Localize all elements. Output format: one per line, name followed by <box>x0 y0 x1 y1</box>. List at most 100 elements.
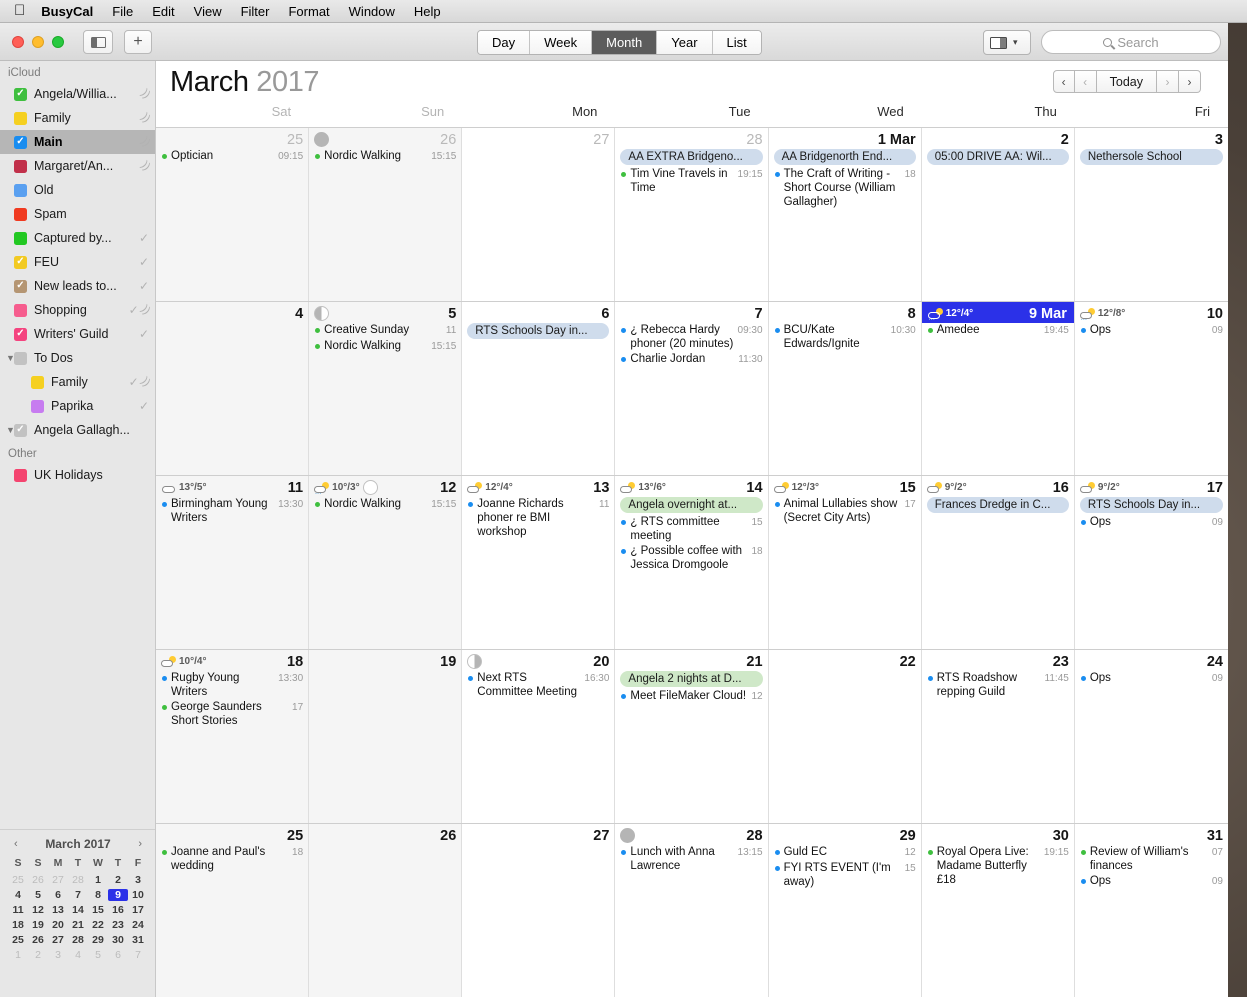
all-day-event[interactable]: RTS Schools Day in... <box>467 323 610 339</box>
sidebar-item-spam[interactable]: Spam <box>0 202 155 226</box>
sidebar-item-angela-willia[interactable]: Angela/Willia...)) <box>0 82 155 106</box>
day-cell[interactable]: 26 Nordic Walking 15:15 <box>309 128 463 301</box>
calendar-color-swatch[interactable] <box>14 468 27 482</box>
day-cell[interactable]: 4 <box>156 302 310 475</box>
calendar-event[interactable]: Animal Lullabies show (Secret City Arts)… <box>774 497 916 525</box>
calendar-event[interactable]: Joanne and Paul's wedding 18 <box>161 845 303 873</box>
day-cell[interactable]: 19 <box>309 650 463 823</box>
mini-month-day[interactable]: 27 <box>48 874 68 886</box>
menu-item-edit[interactable]: Edit <box>152 4 174 19</box>
calendar-event[interactable]: Charlie Jordan 11:30 <box>620 352 763 367</box>
calendar-event[interactable]: Lunch with Anna Lawrence 13:15 <box>620 845 763 873</box>
all-day-event[interactable]: RTS Schools Day in... <box>1079 497 1223 513</box>
mini-month-day[interactable]: 25 <box>8 934 28 946</box>
nav-next-button[interactable]: › <box>1157 70 1179 93</box>
calendar-color-swatch[interactable] <box>14 159 27 173</box>
menu-item-format[interactable]: Format <box>288 4 329 19</box>
day-cell[interactable]: 27 <box>462 128 616 301</box>
mini-month-day[interactable]: 22 <box>88 919 108 931</box>
mini-month-day[interactable]: 12 <box>28 904 48 916</box>
calendar-color-swatch[interactable] <box>14 231 27 245</box>
tab-week[interactable]: Week <box>529 31 592 54</box>
calendar-event[interactable]: FYI RTS EVENT (I'm away) 15 <box>774 861 916 889</box>
tab-list[interactable]: List <box>711 31 761 54</box>
menu-item-busycal[interactable]: BusyCal <box>41 4 93 19</box>
mini-month-day[interactable]: 11 <box>8 904 28 916</box>
mini-month-next-button[interactable]: › <box>138 838 142 850</box>
mini-month-day[interactable]: 6 <box>48 889 68 901</box>
all-day-event[interactable]: AA EXTRA Bridgeno... <box>620 149 763 165</box>
menu-item-help[interactable]: Help <box>414 4 441 19</box>
day-cell[interactable]: 8 BCU/Kate Edwards/Ignite 10:30 <box>769 302 922 475</box>
day-cell[interactable]: 2 05:00 DRIVE AA: Wil... <box>922 128 1075 301</box>
mini-month-day[interactable]: 21 <box>68 919 88 931</box>
calendar-event[interactable]: Ops 09 <box>1080 515 1223 530</box>
disclosure-triangle-icon[interactable]: ▼ <box>6 425 15 435</box>
mini-month-day[interactable]: 6 <box>108 949 128 961</box>
all-day-event[interactable]: Angela 2 nights at D... <box>620 671 763 687</box>
mini-month-day[interactable]: 7 <box>68 889 88 901</box>
calendar-event[interactable]: ¿ Possible coffee with Jessica Dromgoole… <box>620 544 763 572</box>
day-cell[interactable]: 9°/2° 16 Frances Dredge in C... <box>922 476 1075 649</box>
mini-month-day[interactable]: 30 <box>108 934 128 946</box>
day-cell[interactable]: ... 12°/4° 9 Mar Amedee 19:45 <box>921 302 1075 475</box>
mini-month-prev-button[interactable]: ‹ <box>14 838 18 850</box>
mini-month-day[interactable]: 15 <box>88 904 108 916</box>
nav-prev-button[interactable]: ‹ <box>1074 70 1097 93</box>
day-cell[interactable]: 9°/2° 17 RTS Schools Day in... Ops 09 <box>1075 476 1228 649</box>
calendar-color-swatch[interactable] <box>31 375 44 389</box>
calendar-color-swatch[interactable] <box>14 111 27 125</box>
day-cell[interactable]: 20 Next RTS Committee Meeting 16:30 <box>462 650 616 823</box>
mini-month-day[interactable]: 5 <box>28 889 48 901</box>
calendar-color-swatch[interactable] <box>14 423 27 437</box>
view-switcher[interactable]: Day Week Month Year List <box>477 30 762 55</box>
calendar-event[interactable]: Tim Vine Travels in Time 19:15 <box>620 167 763 195</box>
calendar-event[interactable]: Amedee 19:45 <box>927 323 1069 338</box>
day-cell[interactable]: 1 Mar AA Bridgenorth End... The Craft of W… <box>769 128 922 301</box>
tab-day[interactable]: Day <box>478 31 530 54</box>
mini-month-day[interactable]: 16 <box>108 904 128 916</box>
day-cell[interactable]: 25 Optician 09:15 <box>156 128 310 301</box>
calendar-color-swatch[interactable] <box>14 279 27 293</box>
calendar-event[interactable]: Ops 09 <box>1080 671 1223 686</box>
menu-item-view[interactable]: View <box>194 4 222 19</box>
calendar-event[interactable]: Birmingham Young Writers 13:30 <box>161 497 303 525</box>
sidebar-item-old[interactable]: Old <box>0 178 155 202</box>
all-day-event[interactable]: Angela overnight at... <box>620 497 763 513</box>
sidebar-item-writers-guild[interactable]: Writers' Guild ✓ <box>0 322 155 346</box>
sidebar-item-paprika[interactable]: Paprika ✓ <box>0 394 155 418</box>
mini-month-day[interactable]: 27 <box>48 934 68 946</box>
mini-month-day[interactable]: 31 <box>128 934 148 946</box>
sidebar-item-uk-holidays[interactable]: UK Holidays <box>0 463 155 487</box>
sidebar-item-new-leads-to[interactable]: New leads to... ✓ <box>0 274 155 298</box>
sidebar-item-family[interactable]: Family)) <box>0 106 155 130</box>
sidebar-item-feu[interactable]: FEU ✓ <box>0 250 155 274</box>
today-button[interactable]: Today <box>1096 70 1157 93</box>
mini-month-day[interactable]: 13 <box>48 904 68 916</box>
calendar-color-swatch[interactable] <box>14 327 27 341</box>
day-cell[interactable]: 10°/4° 18 Rugby Young Writers 13:30 George S… <box>156 650 310 823</box>
mini-month-calendar[interactable]: ‹ March 2017 › S S M T W T F 25 26 27 28 1 2 3 4 5 6 7 8 9 1… <box>0 829 155 969</box>
day-cell[interactable]: 5 Creative Sunday 11 Nordic Walking 15:15 <box>309 302 463 475</box>
day-cell[interactable]: 30 Royal Opera Live: Madame Butterfly £18… <box>922 824 1075 997</box>
day-cell[interactable]: ... 12°/8° 10 Ops 09 <box>1075 302 1228 475</box>
mini-month-day[interactable]: 3 <box>48 949 68 961</box>
nav-last-button[interactable]: › <box>1179 70 1201 93</box>
calendar-event[interactable]: ¿ RTS committee meeting 15 <box>620 515 763 543</box>
mini-month-day[interactable]: 4 <box>8 889 28 901</box>
sidebar-item-angela-gallagh[interactable]: ▼ Angela Gallagh... <box>0 418 155 442</box>
calendar-event[interactable]: Next RTS Committee Meeting 16:30 <box>467 671 609 699</box>
day-cell[interactable]: 21 Angela 2 nights at D... Meet FileMaker … <box>615 650 769 823</box>
mini-month-day[interactable]: 1 <box>88 874 108 886</box>
date-navigation[interactable]: ‹ ‹ Today › › <box>1052 70 1201 93</box>
add-event-button[interactable]: + <box>124 30 152 54</box>
day-cell[interactable]: 6 RTS Schools Day in... <box>462 302 616 475</box>
calendar-event[interactable]: Rugby Young Writers 13:30 <box>161 671 303 699</box>
disclosure-triangle-icon[interactable]: ▼ <box>6 353 15 363</box>
day-cell[interactable]: 13°/6° 14 Angela overnight at... ¿ RTS comm… <box>615 476 769 649</box>
close-button[interactable] <box>12 36 24 48</box>
calendar-color-swatch[interactable] <box>14 255 27 269</box>
day-cell[interactable]: 12°/3° 15 Animal Lullabies show (Secret Ci… <box>769 476 922 649</box>
day-cell[interactable]: 22 <box>769 650 922 823</box>
sidebar-toggle-button[interactable] <box>83 30 113 54</box>
